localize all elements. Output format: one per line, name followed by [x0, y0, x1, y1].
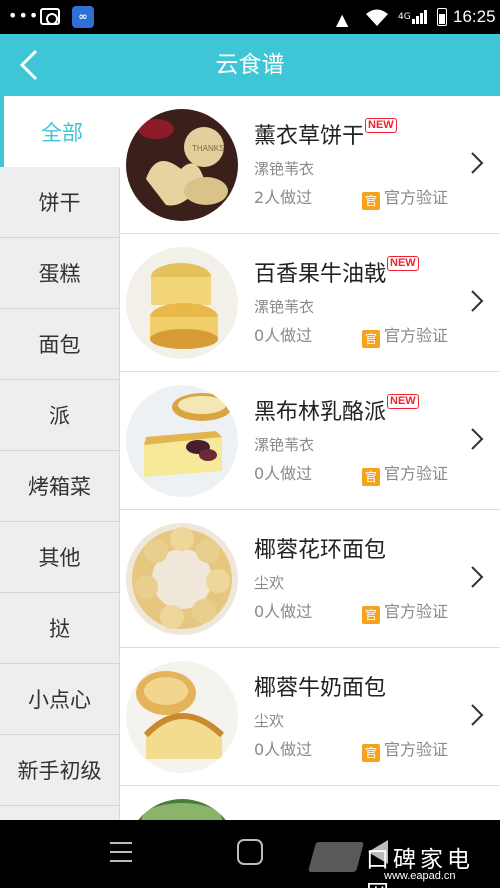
sidebar-item-bread[interactable]: 面包	[0, 309, 119, 380]
cloud-icon: ▲	[336, 10, 349, 29]
chevron-right-icon	[471, 428, 484, 450]
sidebar-item-oven-dishes[interactable]: 烤箱菜	[0, 451, 119, 522]
made-count: 2人做过	[254, 188, 313, 207]
recipe-author: 尘欢	[254, 574, 285, 592]
recipe-thumbnail	[126, 523, 238, 635]
recipe-title: 椰蓉花环面包	[254, 538, 387, 563]
made-count: 0人做过	[254, 326, 313, 345]
official-badge-icon: 官	[362, 606, 380, 624]
recipe-row-partial[interactable]	[120, 786, 500, 820]
watermark-logo	[307, 842, 365, 872]
official-verified: 官官方验证	[362, 322, 448, 348]
recipe-row[interactable]: 百香果牛油戟 NEW 漯铯苇衣 0人做过 官官方验证	[120, 234, 500, 372]
app-header: 云食谱	[0, 34, 500, 96]
official-verified: 官官方验证	[362, 736, 448, 762]
battery-icon	[437, 8, 447, 26]
new-badge: NEW	[387, 256, 419, 271]
app-notification-icon: ∞	[72, 6, 94, 28]
official-badge-icon: 官	[362, 744, 380, 762]
recipe-thumbnail	[126, 385, 238, 497]
recipe-row[interactable]: 椰蓉牛奶面包 尘欢 0人做过 官官方验证	[120, 648, 500, 786]
official-badge-icon: 官	[362, 192, 380, 210]
recipe-title: 薰衣草饼干 NEW	[254, 118, 397, 150]
new-badge: NEW	[365, 118, 397, 133]
category-sidebar: 全部 饼干 蛋糕 面包 派 烤箱菜 其他 挞 小点心 新手初级	[0, 96, 120, 820]
recipe-thumbnail: THANKS	[126, 109, 238, 221]
official-verified: 官官方验证	[362, 460, 448, 486]
sidebar-item-snacks[interactable]: 小点心	[0, 664, 119, 735]
recipe-thumbnail	[126, 247, 238, 359]
svg-text:THANKS: THANKS	[192, 144, 224, 153]
recipe-title: 黑布林乳酪派 NEW	[254, 394, 419, 426]
home-icon[interactable]	[237, 839, 263, 865]
sidebar-item-all[interactable]: 全部	[0, 96, 120, 167]
made-count: 0人做过	[254, 464, 313, 483]
camera-icon	[40, 8, 60, 25]
sidebar-item-other[interactable]: 其他	[0, 522, 119, 593]
watermark: 口碑家电网 www.eapad.cn	[307, 836, 497, 888]
network-type: 4G	[398, 12, 411, 22]
recipe-row[interactable]: 黑布林乳酪派 NEW 漯铯苇衣 0人做过 官官方验证	[120, 372, 500, 510]
recipe-thumbnail	[126, 799, 238, 820]
recipe-author: 尘欢	[254, 712, 285, 730]
made-count: 0人做过	[254, 740, 313, 759]
recipe-list: THANKS 薰衣草饼干 NEW 漯铯苇衣 2人做过 官官方验证 百香果牛油戟 NE…	[120, 96, 500, 820]
official-badge-icon: 官	[362, 468, 380, 486]
signal-icon	[412, 10, 428, 24]
recipe-row[interactable]: 椰蓉花环面包 尘欢 0人做过 官官方验证	[120, 510, 500, 648]
made-count: 0人做过	[254, 602, 313, 621]
status-bar: ••• ∞ ▲ 4G 16:25	[0, 0, 500, 34]
status-time: 16:25	[453, 7, 496, 26]
recipe-author: 漯铯苇衣	[254, 436, 315, 454]
recipe-title: 百香果牛油戟 NEW	[254, 256, 419, 288]
sidebar-item-pie[interactable]: 派	[0, 380, 119, 451]
recipe-author: 漯铯苇衣	[254, 160, 315, 178]
sidebar-item-cookies[interactable]: 饼干	[0, 167, 119, 238]
chevron-right-icon	[471, 704, 484, 726]
watermark-url: www.eapad.cn	[384, 870, 456, 882]
chevron-right-icon	[471, 152, 484, 174]
sidebar-item-beginner[interactable]: 新手初级	[0, 735, 119, 806]
chevron-right-icon	[471, 566, 484, 588]
chevron-right-icon	[471, 290, 484, 312]
recipe-title: 椰蓉牛奶面包	[254, 676, 387, 701]
official-verified: 官官方验证	[362, 598, 448, 624]
sidebar-item-tart[interactable]: 挞	[0, 593, 119, 664]
recipe-row[interactable]: THANKS 薰衣草饼干 NEW 漯铯苇衣 2人做过 官官方验证	[120, 96, 500, 234]
new-badge: NEW	[387, 394, 419, 409]
wifi-icon	[366, 9, 388, 26]
menu-icon[interactable]	[110, 842, 132, 862]
status-dots: •••	[8, 6, 40, 25]
sidebar-item-cake[interactable]: 蛋糕	[0, 238, 119, 309]
official-verified: 官官方验证	[362, 184, 448, 210]
recipe-thumbnail	[126, 661, 238, 773]
page-title: 云食谱	[215, 52, 285, 78]
official-badge-icon: 官	[362, 330, 380, 348]
recipe-author: 漯铯苇衣	[254, 298, 315, 316]
